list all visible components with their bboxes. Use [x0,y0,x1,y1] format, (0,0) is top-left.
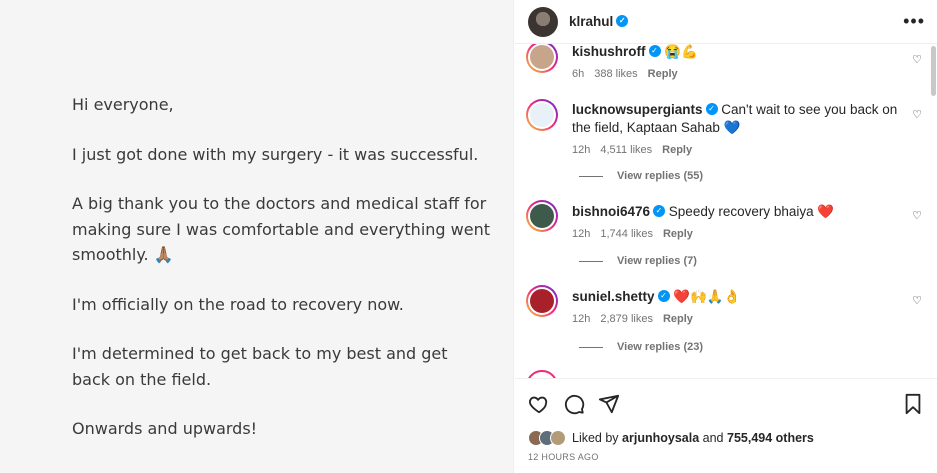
action-bar [528,393,620,415]
comments-list[interactable]: kishushroff ✓ 😭💪 6h 388 likes Reply ♡ luckn… [515,44,937,378]
commenter-avatar[interactable] [526,44,558,73]
note-line: Onwards and upwards! [72,419,258,438]
author-username[interactable]: klrahul ✓ [569,14,629,29]
note-line: smoothly. 🙏🏽 [72,245,174,264]
note-line: Hi everyone, [72,95,174,114]
more-options-icon[interactable]: ••• [903,12,925,30]
like-comment-heart-icon[interactable]: ♡ [911,295,923,307]
reply-button[interactable]: Reply [648,68,678,80]
likes-summary: Liked by arjunhoysala and 755,494 others [528,430,814,446]
note-line: making sure I was comfortable and everyt… [72,219,490,239]
commenter-username[interactable]: kishushroff [572,44,646,59]
post-footer: Liked by arjunhoysala and 755,494 others… [515,378,937,473]
commenter-username[interactable]: bishnoi6476 [572,204,650,219]
reply-button[interactable]: Reply [663,313,693,325]
comment-likes[interactable]: 2,879 likes [600,313,653,325]
comment-likes[interactable]: 4,511 likes [600,144,652,156]
liked-by-user[interactable]: arjunhoysala [622,431,699,445]
comment-text: Speedy recovery bhaiya ❤️ [668,204,835,219]
post-note-text: Hi everyone, I just got done with my sur… [72,92,492,442]
note-line: I just got done with my surgery - it was… [72,144,479,164]
comment-time[interactable]: 12h [572,144,590,156]
comment-time[interactable]: 12h [572,228,590,240]
comment-time[interactable]: 6h [572,68,584,80]
post-side-panel: klrahul ✓ ••• kishushroff ✓ 😭💪 6h 388 likes… [515,0,937,473]
comment-text: ❤️🙌🙏👌 [673,289,741,304]
comment-bubble-icon[interactable] [563,393,585,415]
comment-time[interactable]: 12h [572,313,590,325]
verified-icon: ✓ [648,45,661,58]
like-heart-icon[interactable] [528,393,550,415]
share-paper-plane-icon[interactable] [598,393,620,415]
verified-icon: ✓ [653,205,666,218]
view-replies-button[interactable]: View replies (7) [579,255,697,267]
verified-icon: ✓ [616,15,629,28]
view-replies-button[interactable]: View replies (23) [579,341,703,353]
verified-icon: ✓ [657,290,670,303]
verified-icon: ✓ [705,103,718,116]
commenter-avatar[interactable] [526,99,558,131]
comment-likes[interactable]: 1,744 likes [600,228,653,240]
comment-text: 😭💪 [664,44,698,59]
commenter-username[interactable]: lucknowsupergiants [572,102,703,117]
commenter-avatar[interactable] [526,370,558,378]
commenter-username[interactable]: suniel.shetty [572,289,655,304]
likes-count-link[interactable]: 755,494 others [727,431,814,445]
reply-button[interactable]: Reply [662,144,692,156]
note-line: I'm determined to get back to my best an… [72,344,448,363]
liker-avatars[interactable] [528,430,566,446]
note-line: A big thank you to the doctors and medic… [72,194,487,213]
post-timestamp[interactable]: 12 HOURS AGO [528,452,599,462]
note-line: back on the field. [72,369,212,389]
post-header: klrahul ✓ ••• [515,0,937,44]
author-avatar[interactable] [528,6,558,37]
bookmark-icon[interactable] [902,393,924,415]
like-comment-heart-icon[interactable]: ♡ [911,54,923,66]
liked-by-and: and [702,431,724,445]
comments-scrollbar[interactable] [931,46,936,96]
commenter-avatar[interactable] [526,285,558,317]
commenter-avatar[interactable] [526,200,558,232]
like-comment-heart-icon[interactable]: ♡ [911,210,923,222]
post-image: Hi everyone, I just got done with my sur… [0,0,514,473]
view-replies-button[interactable]: View replies (55) [579,170,703,182]
note-line: I'm officially on the road to recovery n… [72,294,404,314]
reply-button[interactable]: Reply [663,228,693,240]
comment-likes[interactable]: 388 likes [594,68,637,80]
liked-by-prefix: Liked by [572,431,619,445]
like-comment-heart-icon[interactable]: ♡ [911,109,923,121]
